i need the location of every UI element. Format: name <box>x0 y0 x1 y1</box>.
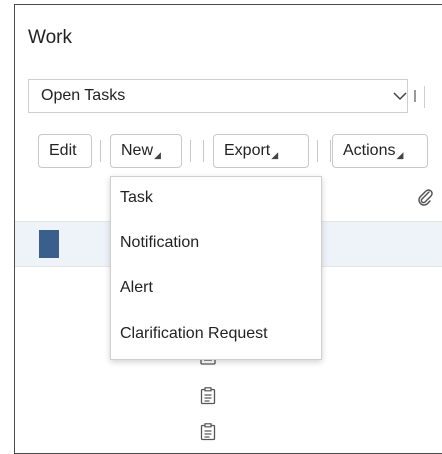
partial-icon <box>414 90 416 102</box>
menu-item-alert[interactable]: Alert <box>120 279 153 297</box>
toolbar-separator <box>190 140 191 162</box>
menu-item-notification[interactable]: Notification <box>120 234 199 252</box>
menu-item-task[interactable]: Task <box>120 189 153 207</box>
new-button-label: New <box>121 142 154 159</box>
toolbar-separator <box>317 140 318 162</box>
document-icon <box>200 387 216 405</box>
new-dropdown-menu: Task Notification Alert Clarification Re… <box>110 176 322 360</box>
caret-icon: ◢ <box>154 149 161 160</box>
select-divider <box>424 86 425 108</box>
row-selection-marker[interactable] <box>39 230 59 258</box>
edit-button[interactable]: Edit <box>38 134 92 168</box>
toolbar-separator <box>203 140 204 162</box>
panel-title: Work <box>28 27 72 48</box>
export-button[interactable]: Export ◢ <box>213 134 309 168</box>
toolbar-separator <box>330 140 331 162</box>
edit-button-label: Edit <box>49 142 77 159</box>
toolbar-separator <box>100 140 101 162</box>
chevron-down-icon <box>393 92 407 101</box>
caret-icon: ◢ <box>271 149 279 160</box>
actions-button[interactable]: Actions ◢ <box>332 134 428 168</box>
document-icon <box>200 423 216 441</box>
menu-item-clarification-request[interactable]: Clarification Request <box>120 325 268 343</box>
task-filter-value: Open Tasks <box>41 87 126 104</box>
caret-icon: ◢ <box>396 149 404 160</box>
export-button-label: Export <box>224 142 271 159</box>
actions-button-label: Actions <box>343 142 396 159</box>
paperclip-icon <box>418 189 433 206</box>
new-button[interactable]: New ◢ <box>110 134 182 168</box>
task-filter-select[interactable]: Open Tasks <box>28 79 425 113</box>
